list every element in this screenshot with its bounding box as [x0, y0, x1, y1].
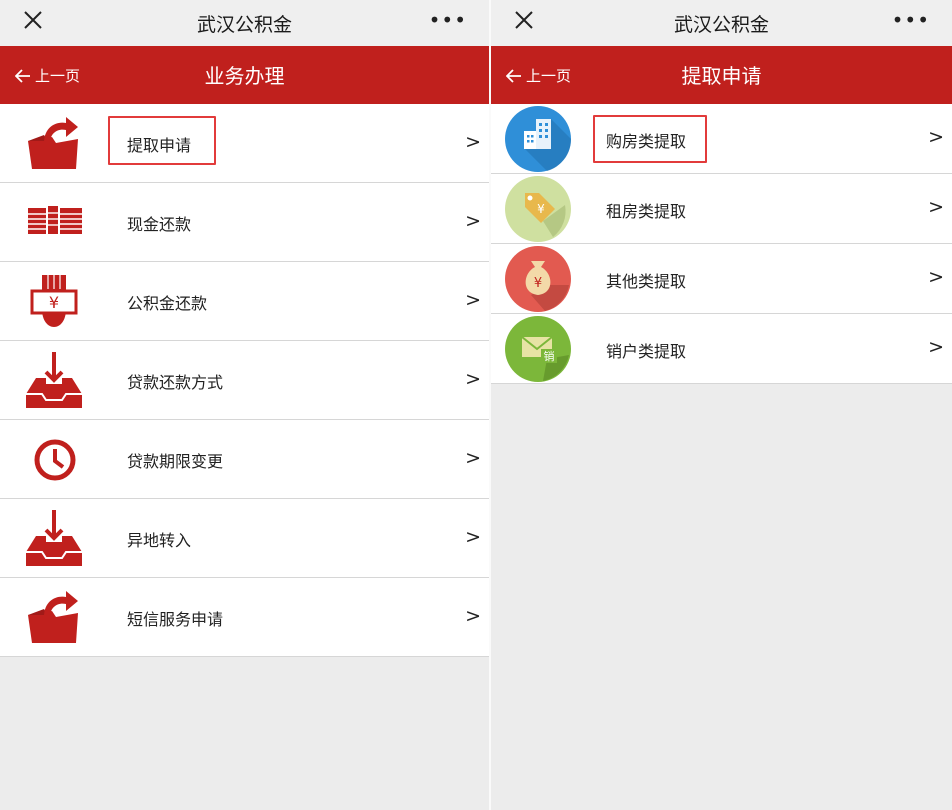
- page-title: 业务办理: [204, 64, 285, 88]
- more-icon[interactable]: •••: [429, 8, 467, 32]
- item-label: 现金还款: [127, 215, 192, 234]
- folder-upload-icon: [28, 117, 78, 169]
- window-topbar: 武汉公积金 •••: [491, 0, 952, 46]
- clock-icon: [34, 439, 76, 481]
- chevron-right-icon: >: [928, 126, 944, 148]
- chevron-right-icon: >: [465, 368, 481, 390]
- chevron-right-icon: >: [465, 131, 481, 153]
- list-item[interactable]: 贷款期限变更 >: [0, 420, 489, 499]
- list-item[interactable]: 提取申请 >: [0, 104, 489, 183]
- list-item[interactable]: 购房类提取 >: [491, 104, 952, 174]
- more-icon[interactable]: •••: [892, 8, 930, 32]
- list-item[interactable]: ¥ 公积金还款 >: [0, 262, 489, 341]
- svg-text:¥: ¥: [537, 202, 545, 216]
- badge-text: 销: [544, 349, 555, 363]
- item-label: 租房类提取: [606, 202, 687, 221]
- chevron-right-icon: >: [465, 605, 481, 627]
- list-item[interactable]: ¥ 其他类提取 >: [491, 244, 952, 314]
- folder-upload-icon: [28, 591, 78, 643]
- page-title: 提取申请: [681, 64, 762, 88]
- envelope-cancel-icon: 销: [505, 316, 571, 382]
- cash-stack-icon: [28, 206, 82, 234]
- window-title: 武汉公积金: [673, 14, 769, 36]
- highlight-box: [593, 115, 707, 163]
- list-item[interactable]: 现金还款 >: [0, 183, 489, 262]
- item-label: 贷款期限变更: [127, 452, 224, 471]
- item-label: 异地转入: [127, 531, 192, 550]
- list-item[interactable]: 销 销户类提取 >: [491, 314, 952, 384]
- svg-text:¥: ¥: [534, 276, 542, 291]
- list-item[interactable]: 异地转入 >: [0, 499, 489, 578]
- chevron-right-icon: >: [465, 210, 481, 232]
- item-label: 公积金还款: [127, 294, 208, 313]
- chevron-right-icon: >: [465, 289, 481, 311]
- item-label: 短信服务申请: [127, 610, 224, 629]
- menu-list: 提取申请 > 现金还款 > ¥ 公积金还款 > 贷款还款方式 > 贷款期限变更 …: [0, 104, 489, 657]
- highlight-box: [108, 116, 216, 165]
- chevron-right-icon: >: [928, 336, 944, 358]
- hand-yuan-icon: ¥: [30, 275, 78, 327]
- price-tag-icon: ¥: [505, 176, 571, 242]
- right-screen: 武汉公积金 ••• 上一页 提取申请 购房类提取 > ¥ 租房类提取 > ¥ 其…: [491, 0, 952, 810]
- nav-bar: 上一页 业务办理: [0, 46, 489, 104]
- inbox-download-icon: [26, 352, 82, 408]
- chevron-right-icon: >: [928, 196, 944, 218]
- inbox-download-icon: [26, 510, 82, 566]
- left-screen: 武汉公积金 ••• 上一页 业务办理 提取申请 > 现金还款 > ¥ 公积金还款…: [0, 0, 489, 810]
- list-item[interactable]: 贷款还款方式 >: [0, 341, 489, 420]
- nav-bar: 上一页 提取申请: [491, 46, 952, 104]
- money-bag-icon: ¥: [505, 246, 571, 312]
- list-item[interactable]: ¥ 租房类提取 >: [491, 174, 952, 244]
- window-topbar: 武汉公积金 •••: [0, 0, 489, 46]
- building-icon: [505, 106, 572, 172]
- item-label: 销户类提取: [606, 342, 687, 361]
- item-label: 贷款还款方式: [127, 373, 224, 392]
- window-title: 武汉公积金: [196, 14, 292, 36]
- svg-text:¥: ¥: [49, 293, 59, 312]
- chevron-right-icon: >: [928, 266, 944, 288]
- withdrawal-list: 购房类提取 > ¥ 租房类提取 > ¥ 其他类提取 > 销 销户类提取 >: [491, 104, 952, 384]
- chevron-right-icon: >: [465, 447, 481, 469]
- item-label: 其他类提取: [606, 272, 687, 291]
- chevron-right-icon: >: [465, 526, 481, 548]
- list-item[interactable]: 短信服务申请 >: [0, 578, 489, 657]
